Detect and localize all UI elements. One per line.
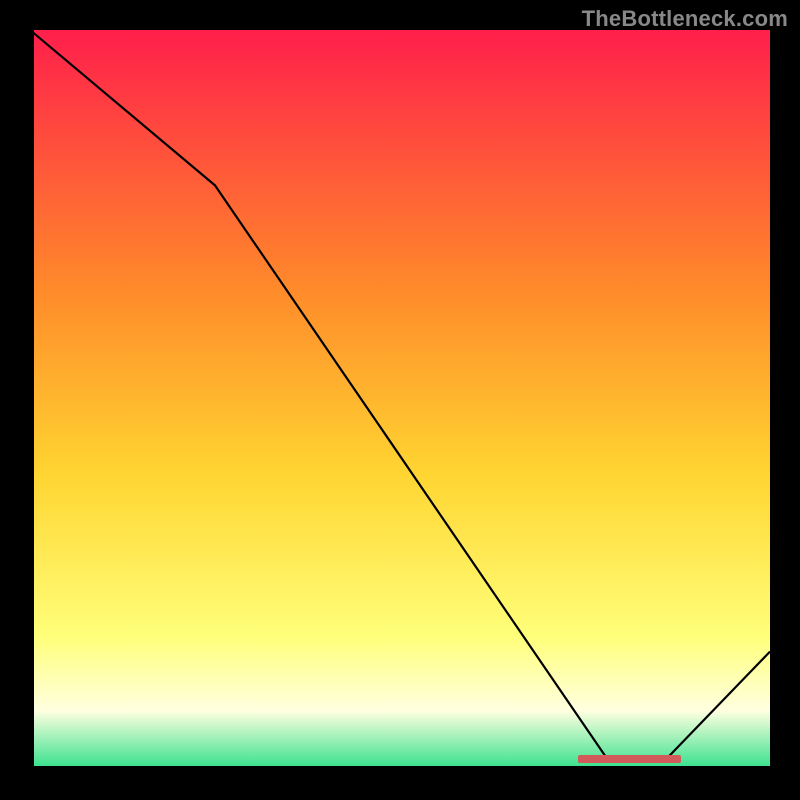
watermark-text: TheBottleneck.com [582,6,788,32]
gradient-background [30,30,770,770]
chart-stage: TheBottleneck.com [0,0,800,800]
optimal-marker [578,755,682,763]
